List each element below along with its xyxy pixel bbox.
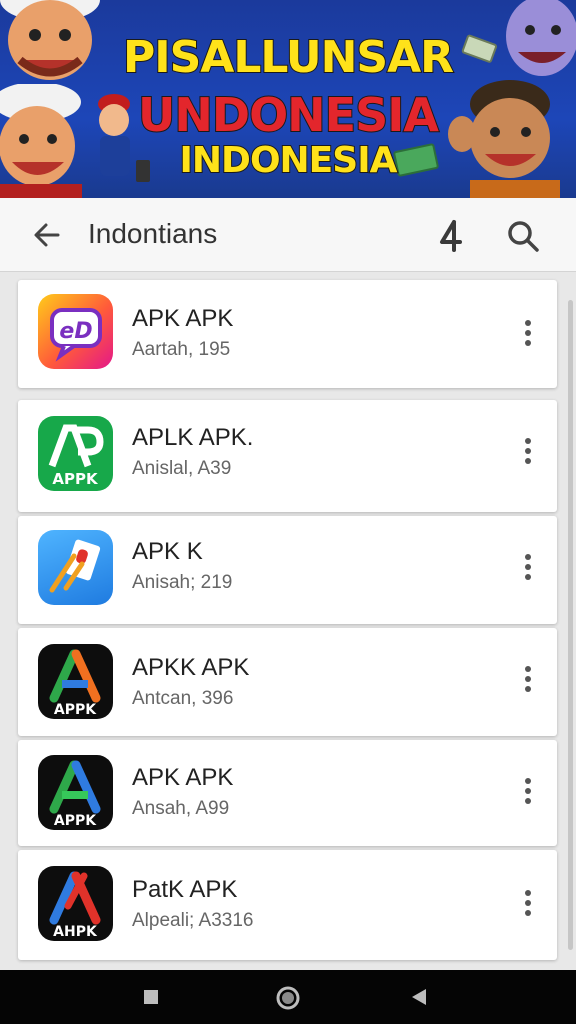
- arrow-left-icon[interactable]: [30, 218, 64, 252]
- app-subtitle: Anisah; 219: [132, 572, 233, 593]
- app-name: APLK APK.: [132, 424, 254, 451]
- more-vert-icon[interactable]: [518, 888, 538, 918]
- apk-green-blue-icon: APPK: [38, 755, 113, 830]
- svg-text:APPK: APPK: [54, 702, 97, 718]
- banner-title-line3: INDONESIA: [179, 139, 399, 182]
- svg-text:AHPK: AHPK: [53, 924, 98, 940]
- more-vert-icon[interactable]: [518, 776, 538, 806]
- app-subtitle: Ansah, A99: [132, 798, 230, 819]
- app-name: APKK APK: [132, 654, 250, 681]
- more-vert-icon[interactable]: [518, 318, 538, 348]
- apk-red-blue-icon: AHPK: [38, 866, 113, 941]
- search-icon[interactable]: [505, 218, 541, 254]
- app-name: APK K: [132, 538, 203, 565]
- app-name: PatK APK: [132, 876, 238, 903]
- promo-banner[interactable]: PISALLUNSAR UNDONESIA INDONESIA: [0, 0, 576, 198]
- app-name: APK APK: [132, 764, 234, 791]
- system-nav-bar: [0, 970, 576, 1024]
- list-item[interactable]: AHPK PatK APK Alpeali; A3316: [18, 850, 557, 960]
- back-triangle-icon[interactable]: [408, 986, 430, 1008]
- more-vert-icon[interactable]: [518, 436, 538, 466]
- list-item[interactable]: APK K Anisah; 219: [18, 516, 557, 624]
- home-circle-icon[interactable]: [275, 985, 301, 1011]
- app-subtitle: Alpeali; A3316: [132, 910, 254, 931]
- app-name: APK APK: [132, 305, 234, 332]
- app-bar: Indontians: [0, 198, 576, 272]
- list-item[interactable]: eD APK APK Aartah, 195: [18, 280, 557, 388]
- svg-text:APPK: APPK: [52, 470, 99, 488]
- scrollbar[interactable]: [568, 300, 573, 950]
- more-vert-icon[interactable]: [518, 552, 538, 582]
- chat-bubble-icon: eD: [38, 294, 113, 369]
- recents-square-icon[interactable]: [142, 988, 160, 1006]
- list-item[interactable]: APPK APKK APK Antcan, 396: [18, 628, 557, 736]
- list-item[interactable]: APPK APLK APK. Anislal, A39: [18, 400, 557, 512]
- apk-blue-icon: [38, 530, 113, 605]
- apk-rainbow-icon: APPK: [38, 644, 113, 719]
- svg-text:APPK: APPK: [54, 813, 97, 829]
- banner-title-line2: UNDONESIA: [137, 87, 440, 143]
- filter-icon[interactable]: [432, 216, 472, 256]
- page-title: Indontians: [88, 218, 218, 249]
- list-item[interactable]: APPK APK APK Ansah, A99: [18, 740, 557, 846]
- app-subtitle: Anislal, A39: [132, 458, 232, 479]
- apk-green-icon: APPK: [38, 416, 113, 491]
- svg-text:eD: eD: [59, 319, 92, 344]
- more-vert-icon[interactable]: [518, 664, 538, 694]
- app-subtitle: Antcan, 396: [132, 688, 234, 709]
- app-subtitle: Aartah, 195: [132, 339, 231, 360]
- banner-title-line1: PISALLUNSAR: [122, 31, 455, 84]
